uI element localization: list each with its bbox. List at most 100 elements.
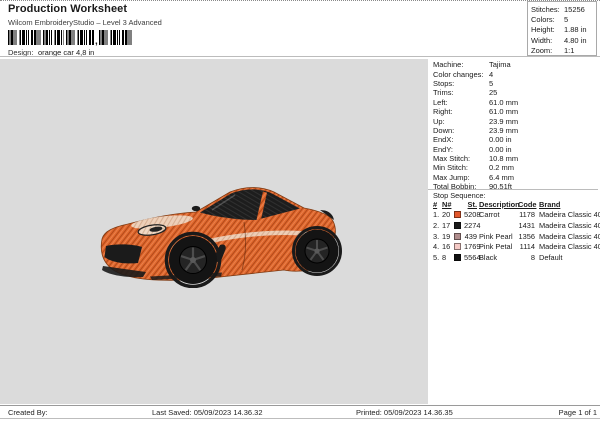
info-value: 0.2 mm [489,163,515,173]
car-front-wheel [164,231,222,288]
stat-value: 1.88 in [564,25,587,35]
stat-label: Height: [531,25,555,35]
row-description: Pink Petal [479,242,513,252]
stat-stitches: Stitches: 15256 [531,4,596,14]
machine-info-row: Color changes: 4 [433,69,597,79]
thread-row: 5. 8 5564 Black 8 Default [433,252,599,263]
design-preview-car [100,187,342,288]
row-brand: Madeira Classic 40 [539,210,600,220]
stat-value: 15256 [564,4,585,14]
page-top-rule [0,0,600,1]
info-label: EndX: [433,135,454,145]
info-value: 61.0 mm [489,107,519,117]
stop-sequence-divider [428,189,598,190]
row-index: 4. [433,242,440,252]
info-value: 0.00 in [489,144,512,154]
info-label: Left: [433,97,448,107]
col-header-code: Code [518,200,537,209]
design-stats-box: Stitches: 15256 Colors: 5 Height: 1.88 i… [527,1,597,56]
machine-info-row: Up: 23.9 mm [433,116,597,126]
stat-label: Colors: [531,15,555,25]
info-value: 5 [489,78,494,88]
row-needle: 20 [442,210,451,220]
row-thread-number: 5564 [464,253,481,263]
row-thread-number: 2274 [464,221,481,231]
thread-row: 3. 19 439 Pink Pearl 1356 Madeira Classi… [433,231,600,242]
footer-page-number: Page 1 of 1 [558,407,597,417]
stat-value: 5 [564,15,569,25]
info-label: Min Stitch: [433,163,469,173]
info-value: 61.0 mm [489,97,519,107]
stat-width: Width: 4.80 in [531,35,596,45]
col-header-n: N# [442,200,452,209]
machine-info-row: Stops: 5 [433,79,597,88]
stat-zoom: Zoom: 1:1 [531,46,596,56]
info-value: 25 [489,88,498,98]
machine-info-row: Max Jump: 6.4 mm [433,173,597,182]
row-needle: 17 [442,221,451,231]
header-divider [0,56,600,57]
row-description: Black [479,253,498,263]
thread-row: 2. 17 2274 1431 Madeira Classic 40 [433,220,600,231]
machine-info-row: Down: 23.9 mm [433,126,597,135]
info-label: EndY: [433,144,454,154]
row-code: 1178 [519,210,535,220]
row-description: Pink Pearl [479,231,513,241]
thread-row: 4. 16 1769 Pink Petal 1114 Madeira Class… [433,242,600,253]
stat-height: Height: 1.88 in [531,25,596,35]
col-header-brand: Brand [539,200,561,209]
row-code: 1431 [518,221,535,231]
machine-info-row: Max Stitch: 10.8 mm [433,154,597,163]
info-value: 6.4 mm [489,172,515,182]
design-barcode: , [8,30,408,47]
machine-info: Machine: Tajima Color changes: 4 Stops: 5 T… [433,60,597,191]
thread-color-swatch [454,232,461,240]
design-preview-canvas [0,59,428,404]
machine-info-row: Trims: 25 [433,88,597,97]
thread-row: 1. 20 5208 Carrot 1178 Madeira Classic 4… [433,210,600,221]
thread-color-swatch [454,243,461,251]
stop-sequence-title: Stop Sequence: [433,191,486,200]
page-title: Production Worksheet [8,3,128,15]
col-header-num: # [433,200,438,209]
info-value: 23.9 mm [489,116,519,126]
row-thread-number: 439 [464,231,477,241]
machine-info-row: Machine: Tajima [433,60,597,69]
info-value: 10.8 mm [489,154,519,164]
row-brand: Madeira Classic 40 [539,231,600,241]
machine-info-row: EndX: 0.00 in [433,135,597,144]
row-index: 3. [433,231,440,241]
car-rear-wheel [292,226,342,276]
info-label: Max Stitch: [433,154,471,164]
info-value: 0.00 in [489,135,512,145]
stat-value: 1:1 [564,46,575,56]
row-needle: 16 [442,242,451,252]
barcode-segment-2 [98,30,133,45]
info-value: Tajima [489,60,511,70]
stop-sequence: Stop Sequence: # N# St. Description Code… [433,191,600,263]
row-needle: 8 [442,253,447,263]
thread-color-swatch [454,222,461,230]
info-label: Stops: [433,78,455,88]
row-brand: Madeira Classic 40 [539,242,600,252]
thread-color-swatch [454,211,461,219]
col-header-description: Description [479,200,520,209]
row-thread-number: 1769 [464,242,481,252]
row-brand: Madeira Classic 40 [539,221,600,231]
info-label: Right: [433,107,453,117]
row-needle: 19 [442,231,451,241]
machine-info-row: EndY: 0.00 in [433,145,597,154]
row-index: 5. [433,253,440,263]
row-description: Carrot [479,210,500,220]
info-label: Color changes: [433,69,484,79]
row-brand: Default [539,253,563,263]
stat-value: 4.80 in [564,35,587,45]
thread-color-swatch [454,254,461,262]
footer-top-rule [0,405,600,406]
stat-label: Zoom: [531,46,553,56]
footer-bottom-rule [0,418,600,419]
row-code: 1114 [519,242,535,252]
machine-info-row: Right: 61.0 mm [433,107,597,116]
row-index: 2. [433,221,440,231]
info-label: Machine: [433,60,464,70]
